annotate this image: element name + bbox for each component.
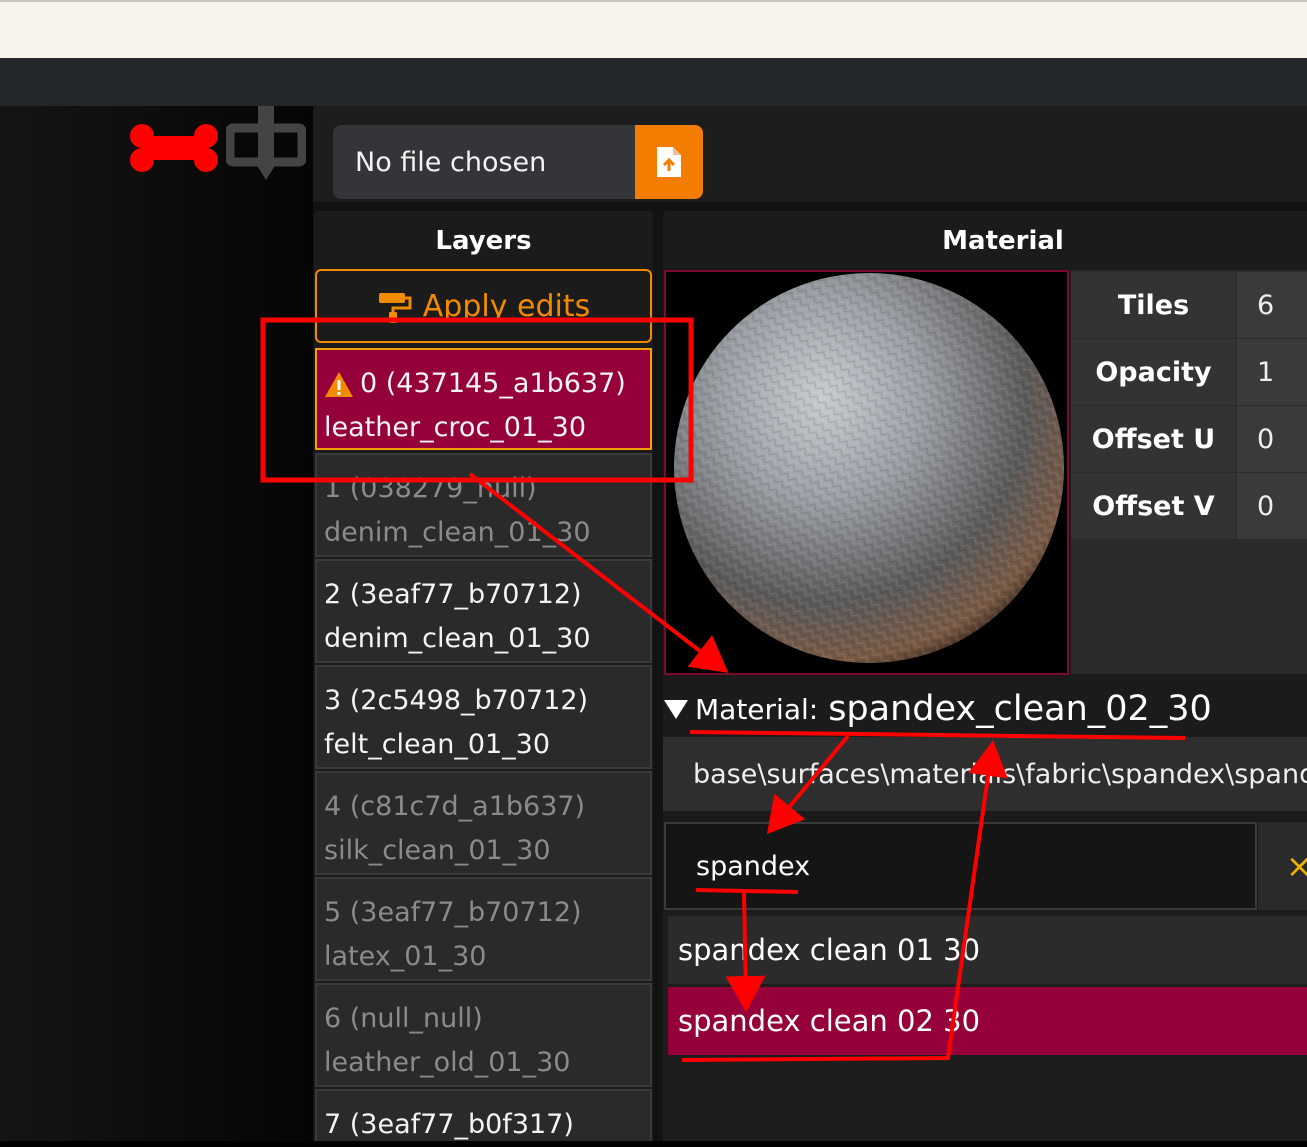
layer-id: 1 (038279_null) [324, 473, 537, 504]
layer-material: denim_clean_01_30 [324, 623, 591, 654]
layer-item-7[interactable]: 7 (3eaf77_b0f317) [315, 1089, 652, 1141]
material-path: base\surfaces\materials\fabric\spandex\s… [663, 737, 1307, 811]
layer-id: 7 (3eaf77_b0f317) [324, 1109, 574, 1140]
prop-input-offset-v[interactable]: 0 [1237, 473, 1307, 539]
layer-item-3[interactable]: 3 (2c5498_b70712) felt_clean_01_30 [315, 665, 652, 769]
layer-item-5[interactable]: 5 (3eaf77_b70712) latex_01_30 [315, 877, 652, 981]
layer-id: 4 (c81c7d_a1b637) [324, 791, 586, 822]
apply-edits-button[interactable]: Apply edits [315, 269, 652, 343]
material-search-input[interactable]: spandex [664, 822, 1257, 910]
layer-material: felt_clean_01_30 [324, 729, 551, 760]
app-header-bar [0, 58, 1307, 106]
close-icon: × [1286, 847, 1307, 885]
material-header-name: spandex_clean_02_30 [828, 689, 1212, 729]
browser-top-strip [0, 0, 1307, 58]
layer-material: leather_old_01_30 [324, 1047, 571, 1078]
left-sidebar [0, 106, 313, 1141]
material-header-prefix: Material: [695, 692, 819, 726]
file-upload-icon [657, 147, 681, 177]
material-preview [664, 270, 1069, 675]
material-sphere [674, 273, 1064, 663]
prop-label-offset-u: Offset U [1071, 406, 1236, 472]
layer-material: denim_clean_01_30 [324, 517, 591, 548]
upload-button[interactable] [635, 125, 703, 199]
clear-search-button[interactable]: × [1258, 822, 1307, 910]
prop-label-tiles: Tiles [1071, 272, 1236, 338]
layer-item-6[interactable]: 6 (null_null) leather_old_01_30 [315, 983, 652, 1087]
layer-id: 2 (3eaf77_b70712) [324, 579, 582, 610]
layers-title: Layers [435, 226, 532, 256]
result-item-2[interactable]: spandex clean 02 30 [668, 987, 1307, 1055]
apply-edits-label: Apply edits [422, 288, 591, 324]
paint-roller-icon [378, 293, 412, 323]
prop-label-offset-v: Offset V [1071, 473, 1236, 539]
prop-input-tiles[interactable]: 6 [1237, 272, 1307, 338]
layer-id: 5 (3eaf77_b70712) [324, 897, 582, 928]
layer-id: 0 (437145_a1b637) [360, 368, 626, 399]
prop-label-opacity: Opacity [1071, 339, 1236, 405]
mod-icon [226, 106, 306, 180]
layer-id: 3 (2c5498_b70712) [324, 685, 589, 716]
warning-icon [325, 371, 353, 397]
material-title: Material [942, 226, 1064, 256]
layer-material: latex_01_30 [324, 941, 487, 972]
layer-id: 6 (null_null) [324, 1003, 483, 1034]
bone-icon [130, 124, 218, 172]
triangle-down-icon [664, 700, 688, 719]
file-input[interactable]: No file chosen [333, 125, 635, 199]
prop-input-opacity[interactable]: 1 [1237, 339, 1307, 405]
layer-item-4[interactable]: 4 (c81c7d_a1b637) silk_clean_01_30 [315, 771, 652, 875]
layer-item-1[interactable]: 1 (038279_null) denim_clean_01_30 [315, 453, 652, 557]
top-strip-border [0, 0, 1307, 2]
prop-input-offset-u[interactable]: 0 [1237, 406, 1307, 472]
layer-material: leather_croc_01_30 [324, 412, 586, 443]
result-item-1[interactable]: spandex clean 01 30 [668, 916, 1307, 984]
layer-item-2[interactable]: 2 (3eaf77_b70712) denim_clean_01_30 [315, 559, 652, 663]
layer-material: silk_clean_01_30 [324, 835, 551, 866]
material-disclosure[interactable]: Material: spandex_clean_02_30 [663, 686, 1212, 732]
layer-item-0[interactable]: 0 (437145_a1b637) leather_croc_01_30 [315, 348, 652, 450]
